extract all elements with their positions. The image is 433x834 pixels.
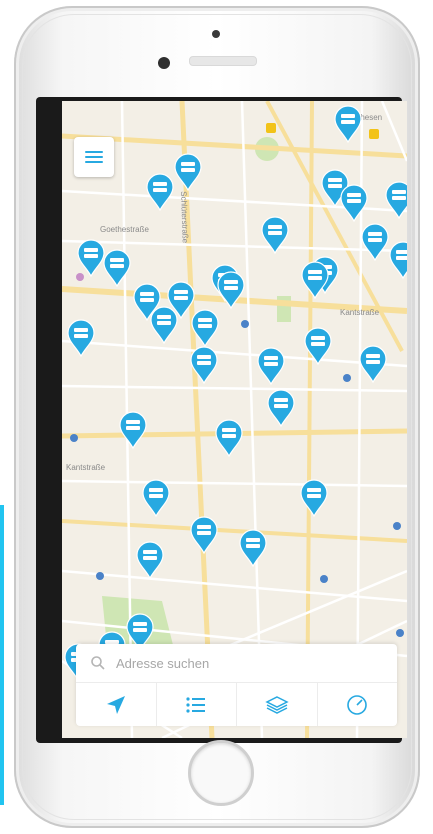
layers-icon — [265, 695, 289, 714]
menu-button[interactable] — [74, 137, 114, 177]
nav-timer-button[interactable] — [318, 683, 398, 726]
car2go-marker-icon[interactable] — [149, 306, 179, 344]
nav-locate-button[interactable] — [76, 683, 157, 726]
car2go-marker-icon[interactable] — [360, 223, 390, 261]
car2go-marker-icon[interactable] — [256, 347, 286, 385]
car2go-marker-icon[interactable] — [358, 345, 388, 383]
timer-icon — [347, 694, 368, 715]
car2go-marker-icon[interactable] — [189, 516, 219, 554]
phone-frame: Goethestraße Kantstraße Schlüterstraße K… — [14, 6, 420, 828]
car2go-marker-icon[interactable] — [189, 346, 219, 384]
car2go-marker-icon[interactable] — [190, 309, 220, 347]
app-screen: Goethestraße Kantstraße Schlüterstraße K… — [62, 101, 407, 738]
search-bar[interactable] — [76, 644, 397, 683]
list-icon — [186, 696, 206, 713]
front-camera-icon — [158, 57, 170, 69]
earpiece-speaker — [189, 56, 257, 66]
car2go-marker-icon[interactable] — [339, 184, 369, 222]
car2go-marker-icon[interactable] — [145, 173, 175, 211]
nav-list-button[interactable] — [157, 683, 237, 726]
car2go-marker-icon[interactable] — [216, 271, 246, 309]
car2go-marker-icon[interactable] — [173, 153, 203, 191]
screen-bezel: Goethestraße Kantstraße Schlüterstraße K… — [36, 97, 407, 743]
search-input[interactable] — [114, 654, 358, 672]
car2go-marker-icon[interactable] — [135, 541, 165, 579]
car2go-marker-icon[interactable] — [384, 181, 407, 219]
street-label: Schlüterstraße — [179, 191, 190, 244]
hamburger-menu-icon — [85, 148, 103, 166]
street-label: Kantstraße — [340, 308, 380, 317]
search-icon — [91, 656, 105, 670]
car2go-marker-icon[interactable] — [238, 529, 268, 567]
location-arrow-icon — [106, 695, 125, 714]
car2go-marker-icon[interactable] — [141, 479, 171, 517]
car2go-marker-icon[interactable] — [102, 249, 132, 287]
home-button[interactable] — [188, 740, 254, 806]
car2go-marker-icon[interactable] — [333, 105, 363, 143]
bottom-nav — [76, 683, 397, 726]
bottom-panel — [76, 644, 397, 726]
car2go-marker-icon[interactable] — [299, 479, 329, 517]
accent-strip — [0, 505, 4, 805]
street-label: Goethestraße — [100, 225, 149, 234]
car2go-marker-icon[interactable] — [66, 319, 96, 357]
car2go-marker-icon[interactable] — [266, 389, 296, 427]
car2go-marker-icon[interactable] — [214, 419, 244, 457]
car2go-marker-icon[interactable] — [260, 216, 290, 254]
car2go-marker-icon[interactable] — [118, 411, 148, 449]
car2go-marker-icon[interactable] — [388, 241, 407, 279]
nav-layers-button[interactable] — [237, 683, 318, 726]
proximity-sensor — [212, 30, 220, 38]
car2go-marker-icon[interactable] — [300, 261, 330, 299]
car2go-marker-icon[interactable] — [303, 327, 333, 365]
street-label: Kantstraße — [66, 463, 106, 472]
